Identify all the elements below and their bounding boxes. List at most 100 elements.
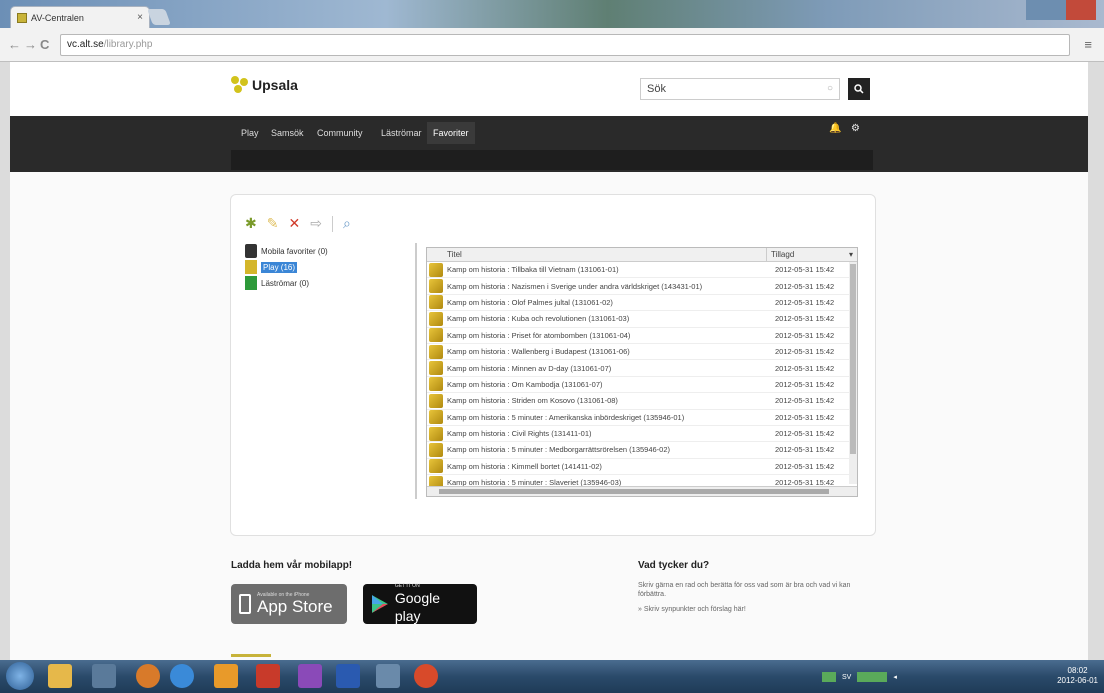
taskbar-explorer-icon[interactable] bbox=[48, 664, 72, 688]
row-title: Kamp om historia : Minnen av D-day (1310… bbox=[447, 363, 612, 373]
row-date: 2012-05-31 15:42 bbox=[775, 429, 835, 439]
table-row[interactable]: Kamp om historia : Minnen av D-day (1310… bbox=[427, 360, 857, 377]
reload-button[interactable]: C bbox=[40, 37, 49, 52]
table-row[interactable]: Kamp om historia : Tillbaka till Vietnam… bbox=[427, 262, 857, 279]
nav-samsok[interactable]: Samsök bbox=[265, 122, 310, 144]
google-play-badge[interactable]: GET IT ON Google play bbox=[363, 583, 477, 624]
sort-icon: ▾ bbox=[848, 250, 853, 259]
video-file-icon bbox=[429, 377, 443, 392]
new-tab-button[interactable] bbox=[147, 9, 171, 25]
back-button[interactable]: ← bbox=[8, 37, 21, 52]
row-date: 2012-05-31 15:42 bbox=[775, 297, 835, 307]
row-title: Kamp om historia : 5 minuter : Amerikans… bbox=[447, 412, 685, 422]
address-bar[interactable]: vc.alt.se/library.php bbox=[60, 34, 1070, 56]
video-file-icon bbox=[429, 311, 443, 326]
app-heading: Ladda hem vår mobilapp! bbox=[231, 560, 353, 571]
nav-community[interactable]: Community bbox=[311, 122, 369, 144]
table-row[interactable]: Kamp om historia : Olof Palmes jultal (1… bbox=[427, 295, 857, 312]
close-tab-icon[interactable]: × bbox=[137, 12, 143, 23]
logo-mark-icon bbox=[231, 76, 249, 94]
taskbar-media-icon[interactable] bbox=[214, 664, 238, 688]
feedback-text: Skriv gärna en rad och berätta för oss v… bbox=[638, 582, 851, 598]
add-folder-icon[interactable]: ✱ bbox=[245, 215, 257, 232]
favorites-toolbar: ✱ ✎ ✕ ⇨ ⌕ bbox=[245, 215, 351, 232]
start-button[interactable] bbox=[6, 662, 34, 690]
table-row[interactable]: Kamp om historia : Nazismen i Sverige un… bbox=[427, 278, 857, 295]
row-date: 2012-05-31 15:42 bbox=[775, 461, 835, 471]
feedback-heading: Vad tycker du? bbox=[638, 560, 710, 571]
table-row[interactable]: Kamp om historia : 5 minuter : Amerikans… bbox=[427, 410, 857, 426]
row-title: Kamp om historia : Olof Palmes jultal (1… bbox=[447, 297, 613, 307]
tree-item-mobila[interactable]: Mobila favoriter (0) bbox=[245, 243, 405, 259]
delete-icon[interactable]: ✕ bbox=[288, 215, 300, 232]
table-row[interactable]: Kamp om historia : Civil Rights (131411-… bbox=[427, 426, 857, 443]
nav-lastromar[interactable]: Läströmar bbox=[375, 122, 428, 144]
row-title: Kamp om historia : Priset för atombomben… bbox=[447, 330, 631, 340]
taskbar-ie-icon[interactable] bbox=[170, 664, 194, 688]
toolbar-divider bbox=[331, 215, 333, 232]
app-store-badge[interactable]: Available on the iPhone App Store bbox=[231, 584, 347, 624]
row-date: 2012-05-31 15:42 bbox=[775, 363, 835, 373]
window-close-button[interactable] bbox=[1066, 0, 1096, 20]
edit-icon[interactable]: ✎ bbox=[267, 215, 279, 232]
table-row[interactable]: Kamp om historia : Priset för atombomben… bbox=[427, 328, 857, 344]
move-icon[interactable]: ⇨ bbox=[310, 215, 322, 232]
url-host: vc.alt.se bbox=[67, 39, 104, 50]
nav-favoriter[interactable]: Favoriter bbox=[427, 122, 475, 144]
app-download-section: Ladda hem vår mobilapp! Available on the… bbox=[231, 560, 477, 624]
taskbar-app2-icon[interactable] bbox=[376, 664, 400, 688]
nav-play[interactable]: Play bbox=[235, 122, 265, 144]
tree-item-play[interactable]: Play (16) bbox=[245, 259, 405, 275]
row-date: 2012-05-31 15:42 bbox=[775, 281, 835, 291]
row-title: Kamp om historia : Nazismen i Sverige un… bbox=[447, 281, 703, 291]
tray-language[interactable]: SV bbox=[842, 674, 851, 681]
tree-item-lastromar[interactable]: Läströmar (0) bbox=[245, 275, 405, 291]
row-date: 2012-05-31 15:42 bbox=[775, 445, 835, 455]
taskbar-filezilla-icon[interactable] bbox=[256, 664, 280, 688]
taskbar-browser-icon[interactable] bbox=[136, 664, 160, 688]
taskbar-clock[interactable]: 08:02 2012-06-01 bbox=[1057, 666, 1098, 686]
network-icon[interactable] bbox=[822, 672, 836, 682]
taskbar-chrome-icon[interactable] bbox=[414, 664, 438, 688]
search-clear-icon[interactable]: ○ bbox=[827, 83, 833, 94]
gear-icon[interactable]: ⚙ bbox=[851, 123, 860, 134]
row-title: Kamp om historia : Tillbaka till Vietnam… bbox=[447, 265, 619, 275]
browser-toolbar: ← → C vc.alt.se/library.php ≡ bbox=[0, 28, 1104, 62]
table-row[interactable]: Kamp om historia : Striden om Kosovo (13… bbox=[427, 393, 857, 410]
taskbar-onenote-icon[interactable] bbox=[298, 664, 322, 688]
col-date-header[interactable]: Tillagd ▾ bbox=[767, 248, 857, 261]
col-date-label: Tillagd bbox=[771, 250, 795, 259]
bell-icon[interactable]: 🔔 bbox=[829, 123, 841, 134]
browser-tab[interactable]: AV-Centralen × bbox=[10, 6, 150, 28]
url-path: /library.php bbox=[103, 39, 153, 50]
vertical-scrollbar[interactable] bbox=[849, 262, 857, 484]
search-input[interactable]: Sök ○ bbox=[640, 78, 840, 100]
taskbar-word-icon[interactable] bbox=[336, 664, 360, 688]
table-row[interactable]: Kamp om historia : Wallenberg i Budapest… bbox=[427, 344, 857, 361]
horizontal-scrollbar[interactable] bbox=[427, 486, 857, 496]
table-row[interactable]: Kamp om historia : Kuba och revolutionen… bbox=[427, 311, 857, 328]
browser-menu-button[interactable]: ≡ bbox=[1084, 37, 1092, 52]
col-title-header[interactable]: Titel bbox=[427, 248, 767, 261]
page-content: Upsala Sök ○ Play Samsök Community Lästr… bbox=[10, 62, 1088, 660]
battery-icon[interactable] bbox=[857, 672, 888, 682]
favicon-icon bbox=[17, 12, 27, 23]
forward-button[interactable]: → bbox=[24, 37, 37, 52]
taskbar-app-icon[interactable] bbox=[92, 664, 116, 688]
volume-icon[interactable]: ◂ bbox=[893, 673, 897, 681]
row-title: Kamp om historia : Kuba och revolutionen… bbox=[447, 314, 630, 324]
table-row[interactable]: Kamp om historia : Kimmell bortet (14141… bbox=[427, 459, 857, 476]
favorites-panel: ✱ ✎ ✕ ⇨ ⌕ Mobila favoriter (0) Play (16)… bbox=[230, 194, 876, 536]
search-button[interactable] bbox=[848, 78, 870, 100]
video-file-icon bbox=[429, 442, 443, 457]
feedback-link[interactable]: » Skriv synpunkter och förslag här! bbox=[638, 605, 858, 614]
video-file-icon bbox=[429, 426, 443, 441]
table-row[interactable]: Kamp om historia : 5 minuter : Medborgar… bbox=[427, 442, 857, 459]
table-row[interactable]: Kamp om historia : Om Kambodja (131061-0… bbox=[427, 377, 857, 394]
site-logo[interactable]: Upsala bbox=[231, 76, 298, 94]
phone-icon bbox=[245, 244, 257, 258]
folder-icon bbox=[245, 260, 257, 274]
video-file-icon bbox=[429, 459, 443, 474]
grid-body: Kamp om historia : Tillbaka till Vietnam… bbox=[427, 262, 857, 492]
search-icon[interactable]: ⌕ bbox=[343, 215, 351, 232]
